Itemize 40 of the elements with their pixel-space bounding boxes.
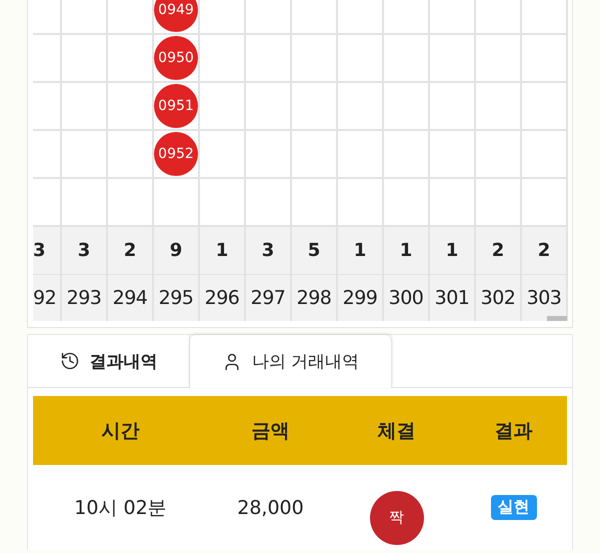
count-cell: 3 [62, 227, 106, 275]
tab[interactable]: 결과내역 [28, 335, 190, 388]
scrollbar[interactable] [547, 316, 567, 321]
count-cell: 1 [200, 227, 244, 275]
count-cell: 2 [476, 227, 520, 275]
round-number-cell: 297 [246, 275, 290, 321]
count-cell: 1 [430, 227, 474, 275]
round-number-cell: 295 [154, 275, 198, 321]
trade-mark: 짝 [370, 490, 424, 544]
result-badge: 실현 [490, 495, 536, 520]
column-header: 체결 [378, 420, 416, 442]
count-cell: 3 [246, 227, 290, 275]
round-number-cell: 301 [430, 275, 474, 321]
round-number-cell: 294 [108, 275, 152, 321]
count-cell: 5 [292, 227, 336, 275]
count-cell: 2 [108, 227, 152, 275]
count-cell: 1 [384, 227, 428, 275]
count-cell: 9 [154, 227, 198, 275]
round-number-cell: 303 [522, 275, 566, 321]
number-mark: 0949 [154, 0, 198, 32]
tab[interactable]: 나의 거래내역 [190, 335, 392, 388]
time-text: 10시 02분 [74, 496, 167, 518]
count-cell: 1 [338, 227, 382, 275]
count-cell: 2 [522, 227, 566, 275]
round-number-cell: 302 [476, 275, 520, 321]
round-number-cell: 300 [384, 275, 428, 321]
number-mark: 0951 [154, 84, 198, 128]
column-header: 시간 [102, 420, 140, 442]
number-mark: 0952 [154, 132, 198, 176]
amount-text: 28,000 [237, 496, 304, 518]
round-number-cell: 299 [338, 275, 382, 321]
count-cell: 3 [33, 227, 60, 275]
round-number-cell: 296 [200, 275, 244, 321]
column-header: 결과 [494, 420, 532, 442]
number-mark: 0950 [154, 36, 198, 80]
round-number-cell: 293 [62, 275, 106, 321]
round-number-cell: 298 [292, 275, 336, 321]
round-number-cell: 92 [33, 275, 60, 321]
history-icon [60, 351, 80, 371]
column-header: 금액 [252, 420, 290, 442]
